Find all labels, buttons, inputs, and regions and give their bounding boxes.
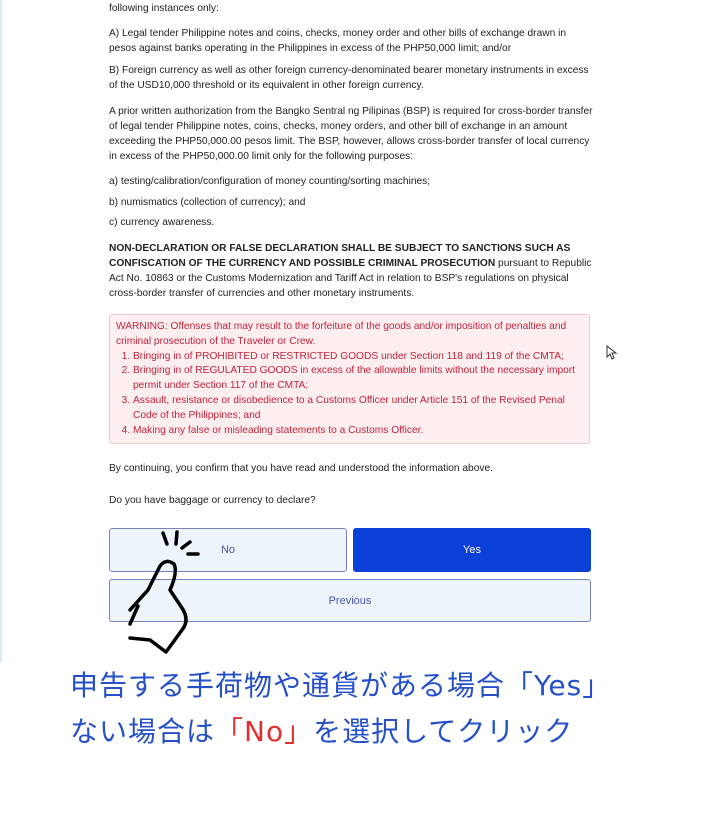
annotation-no-highlight: 「No」 xyxy=(215,715,314,748)
declare-question: Do you have baggage or currency to decla… xyxy=(109,495,316,506)
mouse-cursor-icon xyxy=(606,345,618,360)
warning-heading: WARNING: Offenses that may result to the… xyxy=(116,321,567,347)
annotation-text: を選択してクリック xyxy=(313,715,574,748)
purpose-b: b) numismatics (collection of currency);… xyxy=(109,197,306,208)
warning-item: Making any false or misleading statement… xyxy=(133,424,583,439)
warning-box: WARNING: Offenses that may result to the… xyxy=(109,314,590,444)
warning-item: Bringing in of PROHIBITED or RESTRICTED … xyxy=(133,350,583,365)
intro-text: following instances only: xyxy=(109,3,219,14)
warning-item: Bringing in of REGULATED GOODS in excess… xyxy=(133,364,583,394)
declaration-page: following instances only: A) Legal tende… xyxy=(0,0,719,662)
warning-list: Bringing in of PROHIBITED or RESTRICTED … xyxy=(116,350,583,439)
sanction-paragraph: NON-DECLARATION OR FALSE DECLARATION SHA… xyxy=(109,241,594,301)
annotation-text: ない場合は xyxy=(70,715,216,748)
pointing-hand-icon xyxy=(128,530,200,654)
purpose-c: c) currency awareness. xyxy=(109,217,215,228)
confirm-text: By continuing, you confirm that you have… xyxy=(109,463,493,474)
annotation-line-1: 申告する手荷物や通貨がある場合「Yes」 xyxy=(70,669,612,702)
item-a: A) Legal tender Philippine notes and coi… xyxy=(109,28,567,54)
bsp-paragraph: A prior written authorization from the B… xyxy=(109,106,593,162)
annotation-line-2: ない場合は「No」を選択してクリック xyxy=(70,710,573,750)
purpose-a: a) testing/calibration/configuration of … xyxy=(109,176,431,187)
warning-item: Assault, resistance or disobedience to a… xyxy=(133,394,583,424)
yes-button[interactable]: Yes xyxy=(353,528,591,572)
item-b: B) Foreign currency as well as other for… xyxy=(109,65,589,91)
